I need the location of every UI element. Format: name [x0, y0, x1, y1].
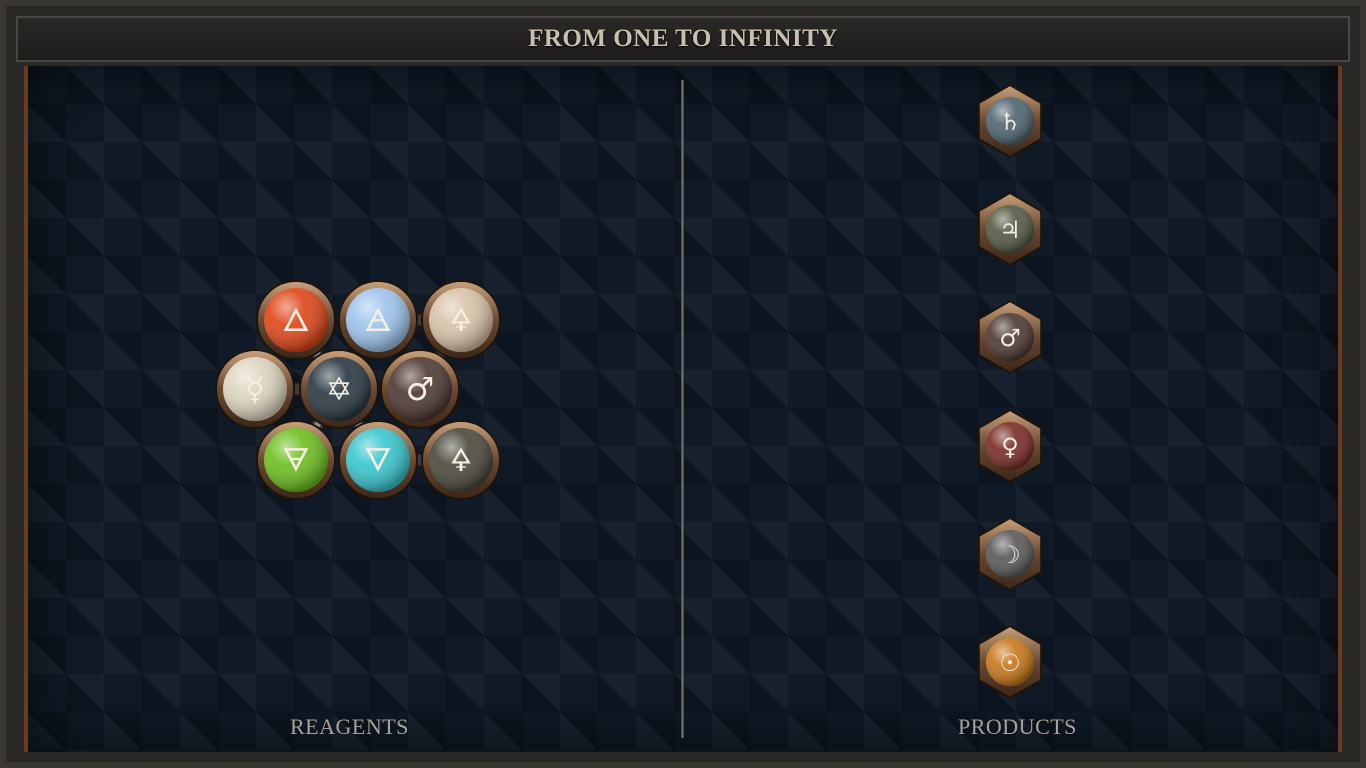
reagent-symbol-fire: 🜂 [282, 301, 310, 339]
product-symbol-gold: ☉ [999, 649, 1021, 677]
product-gold[interactable]: ☉ [977, 624, 1043, 700]
reagent-symbol-iron: ♂ [406, 370, 435, 408]
reagents-label: REAGENTS [290, 714, 409, 739]
product-symbol-iron: ♂ [999, 324, 1021, 352]
reagent-atom-earth[interactable]: 🜃 [256, 420, 336, 500]
products-label: PRODUCTS [958, 714, 1077, 739]
product-symbol-copper: ♀ [1001, 433, 1019, 461]
reagent-atom-water[interactable]: 🜄 [338, 420, 418, 500]
product-symbol-lead: ♄ [999, 108, 1021, 136]
reagent-atom-quintessence[interactable]: ✡ [299, 349, 379, 429]
reagent-symbol-vitae: 🜍 [450, 441, 473, 479]
reagent-atom-iron[interactable]: ♂ [380, 349, 460, 429]
molecules-canvas: 🜂 🜁 🜍 ☿ ✡ ♂ 🜃 🜄 🜍 ♄ ♃ ♂ ♀ ☽ ☉ [215, 83, 1043, 700]
product-symbol-silver: ☽ [999, 541, 1021, 569]
product-list: ♄ ♃ ♂ ♀ ☽ ☉ [977, 83, 1043, 700]
reagent-symbol-air: 🜁 [364, 301, 392, 339]
reagent-symbol-earth: 🜃 [282, 441, 310, 479]
reagent-symbol-quintessence: ✡ [326, 370, 353, 408]
reagent-atom-fire[interactable]: 🜂 [256, 280, 336, 360]
product-symbol-tin: ♃ [999, 216, 1021, 244]
product-copper[interactable]: ♀ [977, 408, 1043, 484]
product-lead[interactable]: ♄ [977, 83, 1043, 159]
reagent-atom-salt[interactable]: 🜍 [421, 280, 501, 360]
reagent-atom-air[interactable]: 🜁 [338, 280, 418, 360]
reagent-molecule: 🜂 🜁 🜍 ☿ ✡ ♂ 🜃 🜄 🜍 [215, 280, 501, 500]
product-iron[interactable]: ♂ [977, 299, 1043, 375]
product-tin[interactable]: ♃ [977, 191, 1043, 267]
reagent-symbol-quicksilver: ☿ [245, 370, 265, 408]
reagent-symbol-salt: 🜍 [450, 301, 473, 339]
product-silver[interactable]: ☽ [977, 516, 1043, 592]
reagent-atom-quicksilver[interactable]: ☿ [215, 349, 295, 429]
reagent-symbol-water: 🜄 [364, 441, 392, 479]
reagent-atom-vitae[interactable]: 🜍 [421, 420, 501, 500]
